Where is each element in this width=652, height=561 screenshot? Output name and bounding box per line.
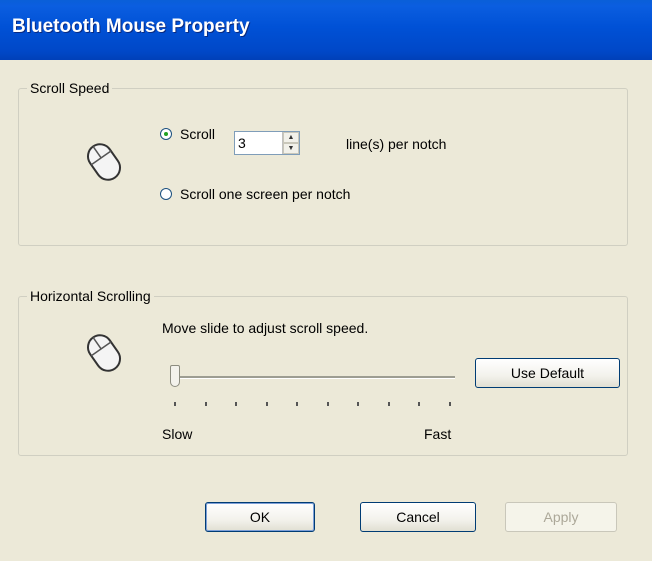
scroll-screen-radio[interactable] [160,188,172,200]
lines-per-notch-suffix: line(s) per notch [346,136,447,152]
lines-per-notch-spinner[interactable]: 3 ▲ ▼ [234,131,300,155]
mouse-icon [86,143,122,181]
lines-per-notch-value[interactable]: 3 [238,135,246,151]
spinner-buttons: ▲ ▼ [282,132,299,154]
speed-slider-track[interactable] [170,376,455,379]
scroll-lines-label[interactable]: Scroll [180,126,215,142]
slider-tick [326,402,329,406]
mouse-icon-horizontal [86,334,122,372]
slider-tick [357,402,360,406]
title-bar[interactable]: Bluetooth Mouse Property [0,0,652,60]
slider-tick [204,402,207,406]
slider-tick [418,402,421,406]
horizontal-scrolling-group-label: Horizontal Scrolling [27,288,154,304]
slider-tick [449,402,451,406]
scroll-speed-group-label: Scroll Speed [27,80,113,96]
slider-tick [235,402,238,406]
slider-tick [265,402,268,406]
slider-instruction: Move slide to adjust scroll speed. [162,320,369,336]
scroll-screen-label[interactable]: Scroll one screen per notch [180,186,350,202]
slider-slow-label: Slow [162,426,193,442]
use-default-button[interactable]: Use Default [475,358,620,388]
spin-up-icon[interactable]: ▲ [283,132,299,143]
scroll-lines-radio[interactable] [160,128,172,140]
window-title: Bluetooth Mouse Property [12,16,250,37]
spin-down-icon[interactable]: ▼ [283,143,299,154]
cancel-button[interactable]: Cancel [360,502,476,532]
slider-tick [296,402,299,406]
slider-fast-label: Fast [424,426,452,442]
slider-tick [174,402,176,406]
speed-slider-thumb[interactable] [170,365,180,387]
ok-button[interactable]: OK [205,502,315,532]
dialog-window: Bluetooth Mouse Property Scroll Speed Sc… [0,0,652,561]
slider-tick [387,402,390,406]
apply-button[interactable]: Apply [505,502,617,532]
